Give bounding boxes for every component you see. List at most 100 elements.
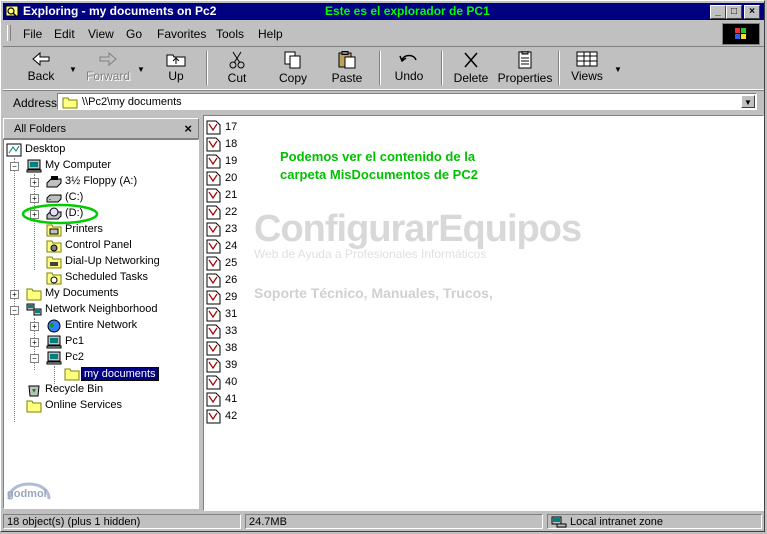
file-icon <box>206 273 221 288</box>
intranet-zone-icon <box>551 516 567 528</box>
file-name: 20 <box>225 172 238 184</box>
title-annotation: Este es el explorador de PC1 <box>325 4 490 18</box>
file-list-pane[interactable]: ConfigurarEquipos Web de Ayuda a Profesi… <box>203 115 764 511</box>
expand-toggle[interactable]: + <box>30 322 39 331</box>
tree-label: Pc2 <box>65 351 84 363</box>
desktop-icon <box>6 143 22 157</box>
maximize-button[interactable]: □ <box>726 5 742 19</box>
status-size: 24.7MB <box>245 514 543 529</box>
window-title: Exploring - my documents on Pc2 <box>23 4 217 18</box>
collapse-toggle[interactable]: − <box>10 162 19 171</box>
paste-label: Paste <box>331 71 363 85</box>
folders-pane-close-button[interactable]: × <box>184 121 192 136</box>
tree-label: Scheduled Tasks <box>65 271 148 283</box>
tree-label: 3½ Floppy (A:) <box>65 175 138 187</box>
tree-label: Network Neighborhood <box>45 303 158 315</box>
menu-bar: File Edit View Go Favorites Tools Help <box>3 22 764 45</box>
minimize-button[interactable]: _ <box>710 5 726 19</box>
annotation-line: Podemos ver el contenido de la <box>280 149 476 164</box>
file-name: 41 <box>225 393 238 405</box>
file-icon <box>206 137 221 152</box>
forward-label: Forward <box>85 69 130 83</box>
annotation-text: Podemos ver el contenido de la carpeta M… <box>280 148 478 184</box>
scissors-icon <box>229 51 245 69</box>
toolbar: Back ▼ Forward ▼ Up Cut Copy Paste Undo <box>3 46 764 90</box>
title-bar[interactable]: Exploring - my documents on Pc2 Este es … <box>3 3 764 20</box>
close-button[interactable]: × <box>744 5 760 19</box>
toolbar-separator <box>206 51 208 85</box>
tree-label: Desktop <box>25 143 66 155</box>
folder-tree[interactable]: Desktop − My Computer + 3½ Floppy (A:) +… <box>3 139 199 509</box>
menu-go[interactable]: Go <box>126 27 142 41</box>
views-label: Views <box>571 69 603 83</box>
file-name: 38 <box>225 342 238 354</box>
dialup-networking-icon <box>46 256 62 269</box>
up-label: Up <box>168 69 184 83</box>
annotation-line: carpeta MisDocumentos de PC2 <box>280 167 478 182</box>
address-label: Address <box>13 96 58 110</box>
folders-pane-title: All Folders <box>14 123 66 135</box>
file-icon <box>206 171 221 186</box>
expand-toggle[interactable]: + <box>30 178 39 187</box>
tree-label-selected: my documents <box>81 367 159 381</box>
paste-button[interactable]: Paste <box>323 49 371 87</box>
delete-button[interactable]: Delete <box>449 49 493 87</box>
tree-label: Recycle Bin <box>45 383 104 395</box>
file-icon <box>206 222 221 237</box>
watermark-tagline: Soporte Técnico, Manuales, Trucos, <box>254 285 493 301</box>
godmol-logo-text: godmol <box>7 488 47 500</box>
forward-button[interactable]: Forward <box>83 49 133 87</box>
status-size-text: 24.7MB <box>249 516 287 528</box>
godmol-logo: godmol <box>5 469 53 517</box>
file-name: 42 <box>225 410 238 422</box>
toolbar-separator <box>379 51 381 85</box>
cut-button[interactable]: Cut <box>215 49 259 87</box>
file-icon <box>206 205 221 220</box>
up-button[interactable]: Up <box>155 49 197 87</box>
tree-label: Dial-Up Networking <box>65 255 160 267</box>
menu-edit[interactable]: Edit <box>54 27 75 41</box>
back-dropdown-icon[interactable]: ▼ <box>69 65 77 74</box>
folder-icon <box>62 97 78 109</box>
file-name: 39 <box>225 359 238 371</box>
views-grid-icon <box>576 51 598 67</box>
properties-button[interactable]: Properties <box>497 49 553 87</box>
menu-file[interactable]: File <box>23 27 42 41</box>
menu-help[interactable]: Help <box>258 27 283 41</box>
collapse-toggle[interactable]: − <box>30 354 39 363</box>
status-objects-text: 18 object(s) (plus 1 hidden) <box>7 516 141 528</box>
file-icon <box>206 358 221 373</box>
collapse-toggle[interactable]: − <box>10 306 19 315</box>
file-name: 29 <box>225 291 238 303</box>
undo-button[interactable]: Undo <box>387 49 431 87</box>
windows-flag-icon <box>735 28 746 39</box>
forward-arrow-icon <box>99 51 117 67</box>
file-name: 21 <box>225 189 238 201</box>
views-dropdown-icon[interactable]: ▼ <box>614 65 622 74</box>
menu-grip[interactable] <box>7 25 11 41</box>
copy-icon <box>284 51 301 69</box>
tree-label: My Computer <box>45 159 112 171</box>
file-icon <box>206 239 221 254</box>
expand-toggle[interactable]: + <box>10 290 19 299</box>
back-button[interactable]: Back <box>17 49 65 87</box>
file-icon <box>206 409 221 424</box>
menu-favorites[interactable]: Favorites <box>157 27 206 41</box>
tree-label: Printers <box>65 223 103 235</box>
watermark-title: ConfigurarEquipos <box>254 208 582 250</box>
file-name: 19 <box>225 155 238 167</box>
menu-tools[interactable]: Tools <box>216 27 244 41</box>
forward-dropdown-icon[interactable]: ▼ <box>137 65 145 74</box>
address-dropdown-button[interactable]: ▼ <box>741 95 755 108</box>
file-icon <box>206 375 221 390</box>
file-icon <box>206 256 221 271</box>
views-button[interactable]: Views <box>565 49 609 87</box>
menu-view[interactable]: View <box>88 27 114 41</box>
godmol-logo-mark: godmol <box>7 482 51 500</box>
copy-button[interactable]: Copy <box>269 49 317 87</box>
file-name: 23 <box>225 223 238 235</box>
windows-logo <box>722 23 760 45</box>
address-field[interactable]: \\Pc2\my documents ▼ <box>57 93 757 110</box>
address-value: \\Pc2\my documents <box>82 96 182 108</box>
expand-toggle[interactable]: + <box>30 338 39 347</box>
